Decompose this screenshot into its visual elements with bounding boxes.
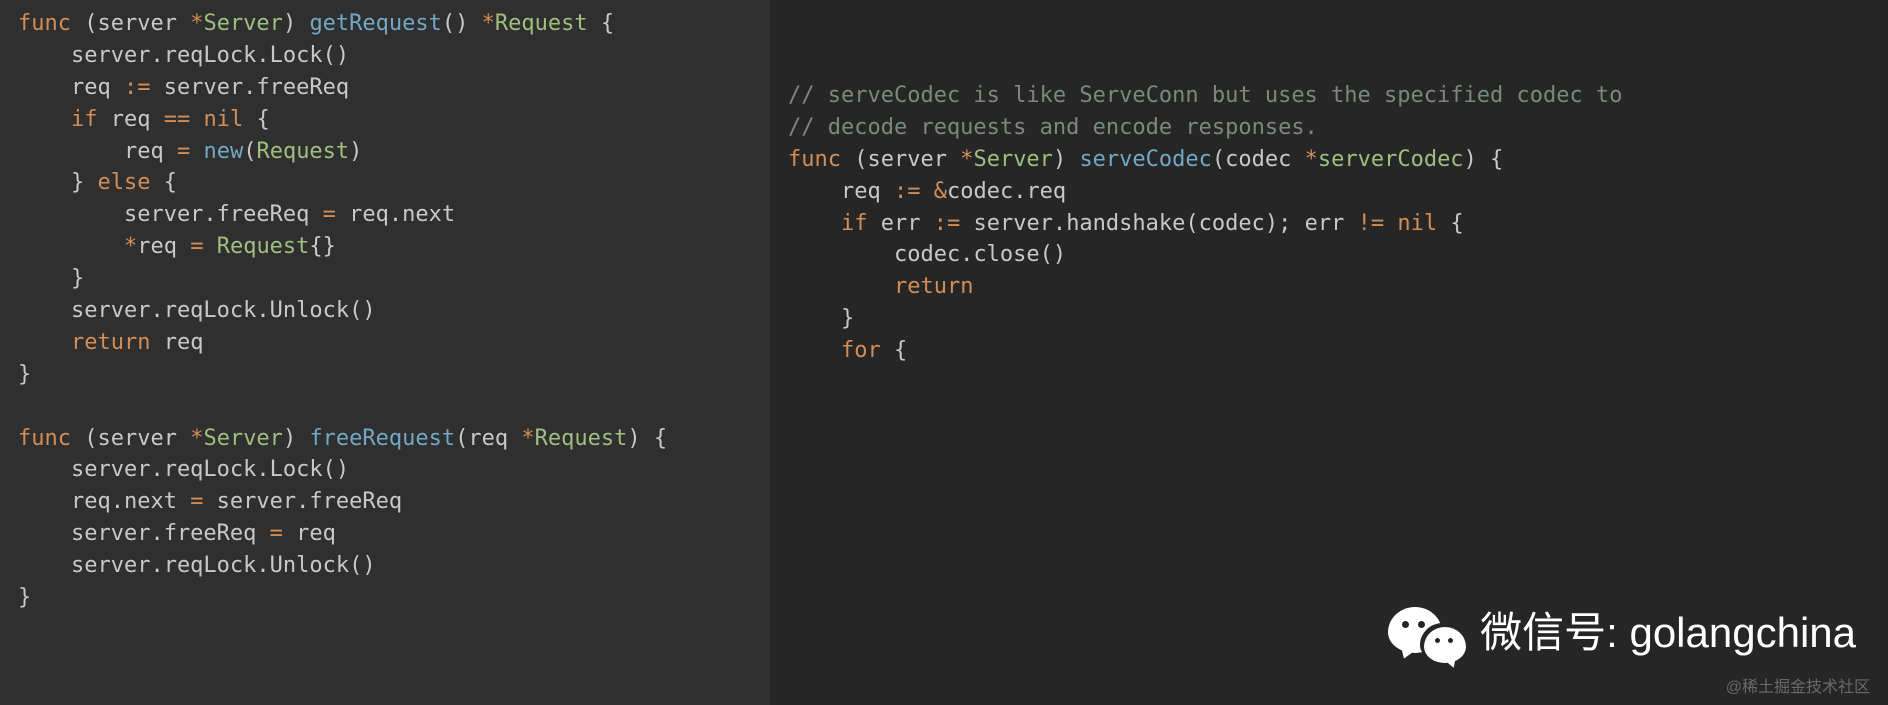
code-panel-right: // serveCodec is like ServeConn but uses… xyxy=(770,0,1888,705)
attribution-text: @稀土掘金技术社区 xyxy=(1726,676,1870,699)
wechat-icon xyxy=(1388,601,1466,665)
code-panel-left: func (server *Server) getRequest() *Requ… xyxy=(0,0,770,705)
code-block-serveCodec: // serveCodec is like ServeConn but uses… xyxy=(770,80,1888,367)
method-getRequest: getRequest xyxy=(309,11,441,36)
code-block-getRequest: func (server *Server) getRequest() *Requ… xyxy=(0,8,770,614)
comment-line: // decode requests and encode responses. xyxy=(788,115,1318,140)
wechat-watermark: 微信号: golangchina xyxy=(1388,601,1856,665)
comment-line: // serveCodec is like ServeConn but uses… xyxy=(788,83,1622,108)
keyword-func: func xyxy=(18,11,71,36)
method-freeRequest: freeRequest xyxy=(309,426,455,451)
method-serveCodec: serveCodec xyxy=(1079,147,1211,172)
wechat-label: 微信号: golangchina xyxy=(1480,603,1856,664)
